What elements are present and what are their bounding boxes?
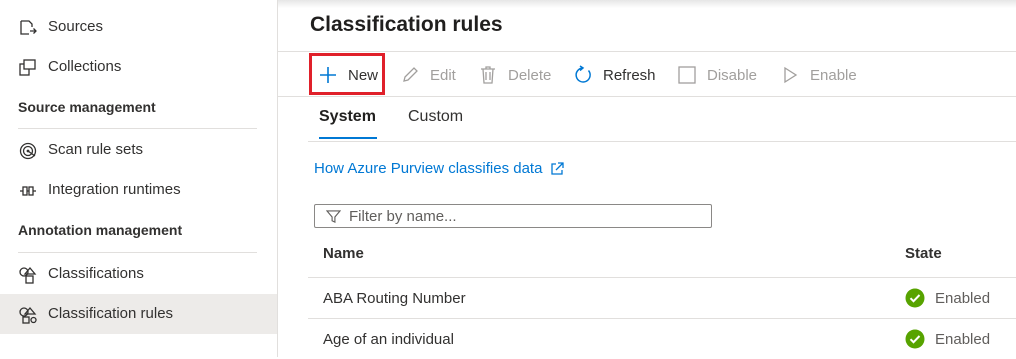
refresh-icon: [575, 65, 591, 83]
sidebar-item-label: Collections: [48, 58, 122, 75]
page-title: Classification rules: [310, 13, 503, 36]
tabs-divider: [308, 141, 1016, 142]
column-header-name[interactable]: Name: [323, 245, 364, 262]
check-circle-icon: [905, 329, 925, 349]
toolbar-divider: [278, 96, 1016, 97]
row-name: Age of an individual: [323, 331, 454, 348]
help-link[interactable]: How Azure Purview classifies data: [314, 160, 565, 177]
row-state-label: Enabled: [935, 330, 991, 348]
sources-icon: [20, 20, 37, 35]
checkbox-icon: [678, 66, 696, 84]
help-link-label: How Azure Purview classifies data: [314, 160, 543, 177]
refresh-button-label: Refresh: [603, 66, 656, 84]
enable-button[interactable]: Enable: [780, 58, 857, 92]
edit-button-label: Edit: [430, 66, 456, 84]
sidebar-item-scan-rule-sets[interactable]: Scan rule sets: [0, 130, 277, 170]
sidebar-item-label: Scan rule sets: [48, 141, 144, 158]
filter-input[interactable]: [349, 207, 699, 225]
disable-button-label: Disable: [707, 66, 758, 84]
edit-button[interactable]: Edit: [400, 58, 456, 92]
sidebar-divider: [18, 252, 257, 253]
tab-custom[interactable]: Custom: [408, 108, 463, 126]
tab-selected-indicator: [319, 137, 377, 139]
enable-button-label: Enable: [810, 66, 857, 84]
trash-icon: [481, 66, 495, 84]
table-row[interactable]: Age of an individual Enabled: [308, 319, 1016, 359]
delete-button-label: Delete: [508, 66, 552, 84]
section-header-source-management: Source management: [18, 99, 156, 115]
integration-runtimes-icon: [20, 186, 36, 196]
classifications-icon: [19, 266, 37, 284]
row-state: Enabled: [905, 329, 990, 349]
sidebar-divider: [18, 128, 257, 129]
sidebar-item-classifications[interactable]: Classifications: [0, 254, 277, 294]
scan-rule-sets-icon: [19, 142, 37, 160]
row-name: ABA Routing Number: [323, 290, 466, 307]
table-row[interactable]: ABA Routing Number Enabled: [308, 278, 1016, 318]
sidebar-item-label: Sources: [48, 18, 104, 35]
sidebar: Sources Collections Source management Sc…: [0, 0, 278, 357]
refresh-button[interactable]: Refresh: [573, 58, 656, 92]
pencil-icon: [403, 67, 418, 82]
tab-system[interactable]: System: [319, 108, 376, 126]
check-circle-icon: [905, 288, 925, 308]
section-header-annotation-management: Annotation management: [18, 222, 183, 238]
title-divider: [278, 51, 1016, 52]
sidebar-item-classification-rules[interactable]: Classification rules: [0, 294, 277, 334]
filter-icon: [326, 210, 341, 224]
collections-icon: [19, 59, 36, 76]
sidebar-item-label: Integration runtimes: [48, 181, 181, 198]
classification-rules-icon: [19, 306, 37, 324]
new-button-highlight: [309, 53, 385, 95]
main-content: Classification rules New Edit Delete Ref…: [278, 0, 1016, 357]
play-icon: [784, 66, 798, 84]
sidebar-item-collections[interactable]: Collections: [0, 47, 277, 87]
sidebar-item-label: Classification rules: [48, 305, 174, 322]
sidebar-item-integration-runtimes[interactable]: Integration runtimes: [0, 170, 277, 210]
row-state: Enabled: [905, 288, 990, 308]
sidebar-item-label: Classifications: [48, 265, 144, 282]
row-state-label: Enabled: [935, 289, 991, 307]
disable-button[interactable]: Disable: [677, 58, 757, 92]
sidebar-item-sources[interactable]: Sources: [0, 7, 277, 47]
delete-button[interactable]: Delete: [478, 58, 551, 92]
column-header-state[interactable]: State: [905, 245, 942, 262]
external-link-icon: [551, 161, 565, 175]
filter-box: [314, 204, 712, 228]
